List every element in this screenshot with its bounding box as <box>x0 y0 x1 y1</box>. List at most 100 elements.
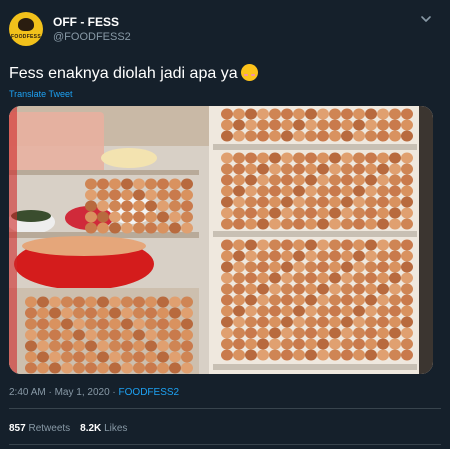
egg <box>145 340 157 352</box>
egg <box>341 185 353 197</box>
tweet-time[interactable]: 2:40 AM <box>9 387 46 398</box>
egg <box>317 218 329 230</box>
egg <box>109 211 121 223</box>
egg <box>305 305 317 317</box>
egg <box>269 185 281 197</box>
egg <box>401 294 413 306</box>
egg <box>169 200 181 212</box>
tweet-stats: 857 Retweets 8.2K Likes <box>9 423 127 434</box>
egg <box>317 261 329 273</box>
egg <box>365 250 377 262</box>
egg <box>389 207 401 219</box>
egg <box>341 108 353 120</box>
egg <box>233 305 245 317</box>
egg <box>61 307 73 319</box>
egg <box>377 119 389 131</box>
egg <box>221 108 233 120</box>
egg <box>377 207 389 219</box>
egg <box>49 362 61 374</box>
egg <box>73 340 85 352</box>
egg <box>353 207 365 219</box>
egg <box>85 178 97 190</box>
egg <box>37 307 49 319</box>
retweets-label: Retweets <box>28 423 71 434</box>
egg <box>233 338 245 350</box>
egg <box>49 340 61 352</box>
tweet: FOODFESS OFF - FESS @FOODFESS2 Fess enak… <box>0 0 450 449</box>
translate-tweet-link[interactable]: Translate Tweet <box>9 89 73 99</box>
egg <box>73 351 85 363</box>
egg <box>257 349 269 361</box>
egg <box>133 329 145 341</box>
egg <box>245 239 257 251</box>
egg <box>61 351 73 363</box>
egg <box>233 349 245 361</box>
egg <box>85 318 97 330</box>
egg <box>257 218 269 230</box>
egg <box>37 340 49 352</box>
egg <box>401 196 413 208</box>
egg <box>257 261 269 273</box>
egg <box>245 327 257 339</box>
egg <box>377 218 389 230</box>
tweet-date[interactable]: May 1, 2020 <box>55 387 110 398</box>
egg <box>257 294 269 306</box>
egg <box>257 239 269 251</box>
egg <box>109 200 121 212</box>
egg <box>233 316 245 328</box>
egg <box>169 178 181 190</box>
egg <box>305 163 317 175</box>
egg <box>133 340 145 352</box>
author-display-name[interactable]: OFF - FESS <box>53 15 119 29</box>
egg <box>245 108 257 120</box>
egg <box>281 185 293 197</box>
egg <box>257 316 269 328</box>
chevron-down-icon[interactable] <box>418 11 434 27</box>
egg <box>181 178 193 190</box>
egg <box>121 307 133 319</box>
tweet-source-link[interactable]: FOODFESS2 <box>119 387 180 398</box>
author-handle[interactable]: @FOODFESS2 <box>53 31 131 43</box>
egg <box>133 222 145 234</box>
egg <box>49 296 61 308</box>
egg <box>157 362 169 374</box>
egg <box>233 130 245 142</box>
egg <box>401 349 413 361</box>
avatar-face-icon <box>18 18 34 31</box>
egg <box>269 294 281 306</box>
egg <box>365 207 377 219</box>
egg <box>85 329 97 341</box>
egg <box>305 272 317 284</box>
egg <box>25 318 37 330</box>
egg <box>329 174 341 186</box>
egg <box>85 340 97 352</box>
egg <box>85 200 97 212</box>
avatar[interactable]: FOODFESS <box>9 12 43 46</box>
egg <box>245 294 257 306</box>
egg <box>109 362 121 374</box>
egg <box>181 222 193 234</box>
blush-emoji-icon <box>240 64 258 81</box>
likes-stat[interactable]: 8.2K Likes <box>80 423 127 434</box>
egg <box>293 119 305 131</box>
egg <box>257 108 269 120</box>
retweets-stat[interactable]: 857 Retweets <box>9 423 70 434</box>
egg <box>145 211 157 223</box>
egg <box>257 174 269 186</box>
egg <box>305 250 317 262</box>
egg <box>389 196 401 208</box>
egg <box>317 294 329 306</box>
egg <box>221 272 233 284</box>
egg <box>389 283 401 295</box>
egg <box>181 296 193 308</box>
egg <box>365 316 377 328</box>
egg <box>317 327 329 339</box>
egg <box>353 272 365 284</box>
egg <box>293 239 305 251</box>
egg <box>25 296 37 308</box>
egg <box>157 307 169 319</box>
tweet-media-image[interactable] <box>9 106 433 374</box>
egg <box>281 196 293 208</box>
egg <box>257 327 269 339</box>
egg <box>377 174 389 186</box>
